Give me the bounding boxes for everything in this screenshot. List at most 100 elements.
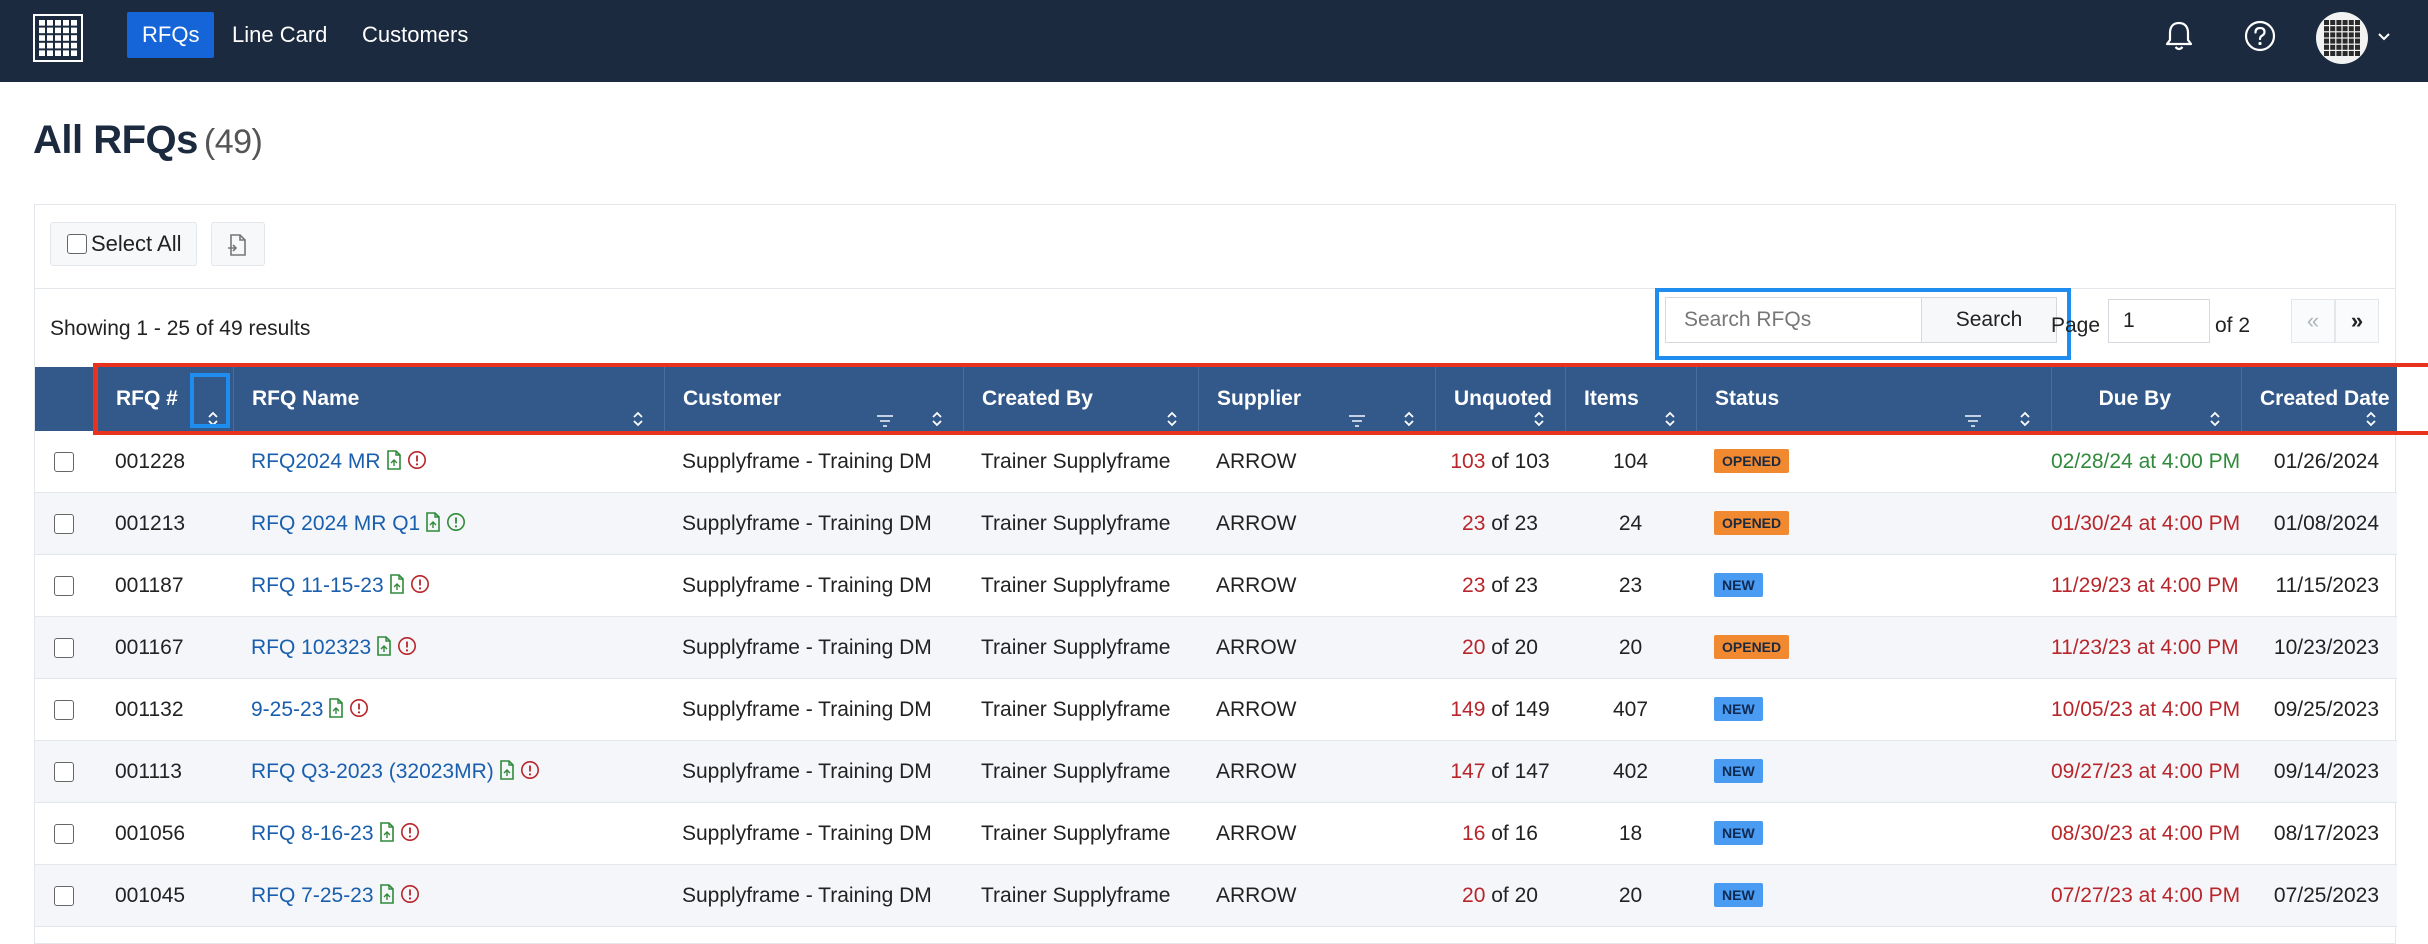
- rfq-name-link[interactable]: RFQ 2024 MR Q1: [251, 512, 420, 535]
- file-icon[interactable]: [323, 698, 344, 721]
- row-checkbox[interactable]: [54, 514, 74, 534]
- info-icon[interactable]: [395, 822, 420, 845]
- cell-supplier: ARROW: [1216, 698, 1297, 721]
- help-icon[interactable]: [2242, 18, 2278, 54]
- table-row[interactable]: 001113 RFQ Q3-2023 (32023MR) Supplyframe -…: [35, 741, 2397, 803]
- rfq-name-link[interactable]: RFQ2024 MR: [251, 450, 381, 473]
- row-checkbox[interactable]: [54, 638, 74, 658]
- cell-unquoted: 103 of 103: [1435, 431, 1565, 493]
- file-icon[interactable]: [374, 822, 395, 845]
- info-icon: [400, 885, 419, 904]
- rfq-name-link[interactable]: 9-25-23: [251, 698, 323, 721]
- table-row[interactable]: 001213 RFQ 2024 MR Q1 Supplyframe - Traini…: [35, 493, 2397, 555]
- info-icon[interactable]: [402, 450, 427, 473]
- cell-created-by: Trainer Supplyframe: [981, 450, 1171, 473]
- cell-created-date: 07/25/2023: [2273, 884, 2379, 907]
- unquoted-count: 20: [1462, 884, 1486, 907]
- cell-supplier: ARROW: [1216, 574, 1297, 597]
- cell-items: 20: [1618, 636, 1643, 659]
- file-icon[interactable]: [420, 512, 441, 535]
- row-checkbox[interactable]: [54, 576, 74, 596]
- cell-unquoted: 16 of 16: [1435, 803, 1565, 865]
- info-icon[interactable]: [344, 698, 369, 721]
- page-label: Page: [2051, 314, 2101, 337]
- cell-rfq-name[interactable]: RFQ Q3-2023 (32023MR): [233, 741, 664, 803]
- cell-items: 24: [1618, 512, 1643, 535]
- chevron-down-icon[interactable]: [2376, 28, 2392, 44]
- file-icon[interactable]: [494, 760, 515, 783]
- cell-rfq-no: 001045: [115, 884, 186, 907]
- cell-rfq-name[interactable]: 9-25-23: [233, 679, 664, 741]
- rfq-name-link[interactable]: RFQ Q3-2023 (32023MR): [251, 760, 494, 783]
- row-checkbox[interactable]: [54, 886, 74, 906]
- cell-rfq-name[interactable]: RFQ 2024 MR Q1: [233, 493, 664, 555]
- cell-rfq-name[interactable]: RFQ 11-15-23: [233, 555, 664, 617]
- results-summary: Showing 1 - 25 of 49 results: [50, 317, 311, 340]
- row-checkbox[interactable]: [54, 824, 74, 844]
- cell-rfq-no: 001213: [115, 512, 186, 535]
- file-icon[interactable]: [371, 636, 392, 659]
- cell-unquoted: 20 of 20: [1435, 865, 1565, 927]
- unquoted-total: of 16: [1491, 822, 1538, 845]
- cell-customer: Supplyframe - Training DM: [682, 698, 932, 721]
- nav-link-customers[interactable]: Customers: [347, 12, 483, 58]
- cell-created-by: Trainer Supplyframe: [981, 698, 1171, 721]
- sort-highlight-box: [190, 373, 230, 428]
- row-checkbox[interactable]: [54, 452, 74, 472]
- cell-status: OPENED: [1696, 617, 2051, 679]
- nav-link-rfqs[interactable]: RFQs: [127, 12, 215, 58]
- cell-status: NEW: [1696, 803, 2051, 865]
- status-badge: NEW: [1714, 696, 1763, 721]
- app-grid-logo-icon[interactable]: [33, 14, 83, 62]
- row-checkbox[interactable]: [54, 762, 74, 782]
- cell-status: NEW: [1696, 679, 2051, 741]
- file-icon: [377, 636, 392, 657]
- info-icon[interactable]: [405, 574, 430, 597]
- info-icon[interactable]: [392, 636, 417, 659]
- file-icon[interactable]: [384, 574, 405, 597]
- info-icon[interactable]: [441, 512, 466, 535]
- prev-page-button[interactable]: «: [2291, 299, 2335, 343]
- cell-created-date: 10/23/2023: [2273, 636, 2379, 659]
- card-toolbar: Select All: [35, 205, 2395, 289]
- table-row[interactable]: 001132 9-25-23 Supplyframe - Training DM Tr…: [35, 679, 2397, 741]
- select-all-checkbox[interactable]: [67, 234, 87, 254]
- cell-rfq-name[interactable]: RFQ2024 MR: [233, 431, 664, 493]
- status-badge: NEW: [1714, 820, 1763, 845]
- info-icon[interactable]: [515, 760, 540, 783]
- select-all-button[interactable]: Select All: [50, 222, 197, 266]
- unquoted-total: of 20: [1491, 636, 1538, 659]
- table-row[interactable]: 001167 RFQ 102323 Supplyframe - Training D…: [35, 617, 2397, 679]
- table-row[interactable]: 001187 RFQ 11-15-23 Supplyframe - Training…: [35, 555, 2397, 617]
- page-number-input[interactable]: 1: [2108, 299, 2210, 343]
- table-row[interactable]: 001045 RFQ 7-25-23 Supplyframe - Training …: [35, 865, 2397, 927]
- cell-rfq-name[interactable]: RFQ 7-25-23: [233, 865, 664, 927]
- unquoted-count: 149: [1450, 698, 1486, 721]
- unquoted-total: of 149: [1491, 698, 1550, 721]
- export-button[interactable]: [211, 222, 265, 266]
- bell-icon[interactable]: [2161, 18, 2197, 54]
- cell-status: NEW: [1696, 741, 2051, 803]
- table-row[interactable]: 001056 RFQ 8-16-23 Supplyframe - Training …: [35, 803, 2397, 865]
- cell-rfq-name[interactable]: RFQ 102323: [233, 617, 664, 679]
- cell-created-by: Trainer Supplyframe: [981, 636, 1171, 659]
- status-badge: NEW: [1714, 882, 1763, 907]
- avatar[interactable]: [2316, 12, 2368, 64]
- rfq-name-link[interactable]: RFQ 11-15-23: [251, 574, 384, 597]
- cell-due-by: 08/30/23 at 4:00 PM: [2051, 822, 2241, 845]
- row-checkbox[interactable]: [54, 700, 74, 720]
- info-icon: [447, 513, 466, 532]
- file-icon[interactable]: [381, 450, 402, 473]
- cell-rfq-name[interactable]: RFQ 8-16-23: [233, 803, 664, 865]
- rfq-table-card: Select All Showing 1 - 25 of 49 results …: [34, 204, 2428, 944]
- file-icon[interactable]: [374, 884, 395, 907]
- table-row[interactable]: 001228 RFQ2024 MR Supplyframe - Training D…: [35, 431, 2397, 493]
- info-icon: [350, 699, 369, 718]
- cell-created-date: 01/26/2024: [2273, 450, 2379, 473]
- rfq-name-link[interactable]: RFQ 8-16-23: [251, 822, 374, 845]
- info-icon[interactable]: [395, 884, 420, 907]
- next-page-button[interactable]: »: [2335, 299, 2379, 343]
- rfq-name-link[interactable]: RFQ 102323: [251, 636, 371, 659]
- nav-link-line-card[interactable]: Line Card: [217, 12, 342, 58]
- rfq-name-link[interactable]: RFQ 7-25-23: [251, 884, 374, 907]
